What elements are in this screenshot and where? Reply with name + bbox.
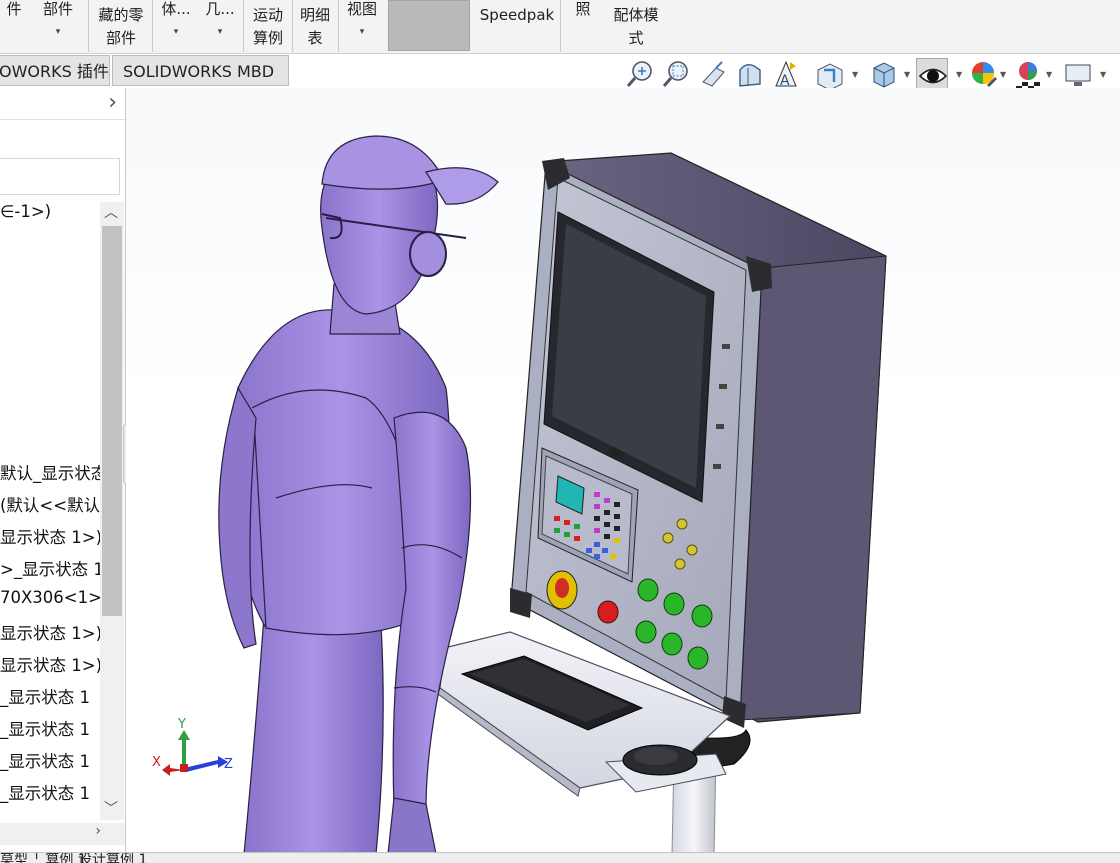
ribbon-item-bill-of-materials[interactable]: 明细表 xyxy=(294,0,336,52)
coordinate-triad xyxy=(162,730,228,776)
tree-item[interactable]: (默认<<默认 xyxy=(0,492,100,516)
tab-solidworks-mbd[interactable]: SOLIDWORKS MBD xyxy=(112,55,289,86)
control-cabinet[interactable] xyxy=(437,152,887,854)
tree-item[interactable]: 默认_显示状态 xyxy=(0,460,100,484)
tab-model-motion-study[interactable]: 莫型 ╵ 算例 1 xyxy=(0,853,87,863)
view-orientation-icon[interactable] xyxy=(814,58,846,92)
operator-figure[interactable] xyxy=(218,135,499,854)
ribbon-item-assembly-features[interactable]: 体... ▾ xyxy=(158,0,194,52)
ribbon-blank-button[interactable] xyxy=(388,0,470,51)
chevron-down-icon[interactable]: ▼ xyxy=(852,70,858,79)
assembly-3d-view: Y X Z xyxy=(152,135,887,854)
chevron-down-icon[interactable]: ▼ xyxy=(1046,70,1052,79)
triad-x-label: X xyxy=(152,755,161,770)
chevron-down-icon[interactable]: ▼ xyxy=(1100,70,1106,79)
feature-manager-panel: › ∈-1>) 默认_显示状态 (默认<<默认 显示状态 1>) >_显示状态 … xyxy=(0,88,126,863)
scroll-right-icon[interactable]: › xyxy=(95,823,101,839)
ribbon-separator xyxy=(292,0,293,52)
bottom-model-tabs: 莫型 ╵ 算例 1 设计算例 1 xyxy=(0,852,1120,863)
tree-item[interactable]: ∈-1>) xyxy=(0,202,51,221)
tab-solidworks-addins[interactable]: OWORKS 插件 xyxy=(0,55,110,86)
scroll-down-icon[interactable]: ﹀ xyxy=(104,798,118,818)
tree-vertical-scrollbar[interactable]: ︿ ﹀ xyxy=(100,202,124,820)
mouse[interactable] xyxy=(622,744,698,776)
ribbon-separator xyxy=(152,0,153,52)
tree-item[interactable]: 显示状态 1>) xyxy=(0,524,100,548)
ribbon-item-speedpak[interactable]: Speedpak xyxy=(474,0,560,52)
tree-item[interactable]: _显示状态 1 xyxy=(0,716,90,740)
tab-design-study[interactable]: 设计算例 1 xyxy=(78,853,147,863)
chevron-down-icon[interactable]: ▼ xyxy=(956,70,962,79)
triad-y-label: Y xyxy=(177,717,186,732)
display-style-icon[interactable] xyxy=(868,58,900,92)
tree-horizontal-scrollbar[interactable]: › xyxy=(0,823,125,845)
triad-z-label: Z xyxy=(224,757,233,772)
chevron-down-icon[interactable]: ▼ xyxy=(904,70,910,79)
command-manager-ribbon: 件 部件 ▾ 藏的零 部件 体... ▾ 几... ▾ 运动 算例 明细表 视图 ▾ Spe… xyxy=(0,0,1120,54)
ribbon-item-motion-study[interactable]: 运动 算例 xyxy=(246,0,290,52)
tree-item[interactable]: _显示状态 1 xyxy=(0,748,90,772)
red-stop-button[interactable] xyxy=(597,600,619,624)
ribbon-item-reference-geometry[interactable]: 几... ▾ xyxy=(200,0,240,52)
ribbon-separator xyxy=(338,0,339,52)
ribbon-separator xyxy=(560,0,561,52)
hide-show-items-icon[interactable] xyxy=(916,58,948,92)
scroll-thumb[interactable] xyxy=(102,226,122,616)
ribbon-separator xyxy=(88,0,89,52)
apply-scene-icon[interactable] xyxy=(1012,58,1044,92)
panel-header: › xyxy=(0,88,125,120)
section-view-icon[interactable] xyxy=(734,58,766,92)
feature-tree-filter[interactable] xyxy=(0,158,120,195)
tree-item[interactable]: >_显示状态 1 xyxy=(0,556,100,580)
tree-item[interactable]: 显示状态 1>) xyxy=(0,620,100,644)
ribbon-item-snapshot[interactable]: 照 xyxy=(562,0,604,52)
chevron-down-icon[interactable]: ▼ xyxy=(1000,70,1006,79)
ribbon-item-show-hidden-components[interactable]: 藏的零 部件 xyxy=(92,0,150,52)
ribbon-item-mate[interactable]: 部件 ▾ xyxy=(36,0,80,52)
tree-item[interactable]: _显示状态 1 xyxy=(0,684,90,708)
zoom-to-area-icon[interactable] xyxy=(660,58,692,92)
previous-view-icon[interactable] xyxy=(698,58,730,92)
tree-item[interactable]: 显示状态 1>) xyxy=(0,652,100,676)
tree-item[interactable]: 70X306<1> xyxy=(0,588,100,607)
chevron-right-icon[interactable]: › xyxy=(108,90,117,115)
solidworks-window: 件 部件 ▾ 藏的零 部件 体... ▾ 几... ▾ 运动 算例 明细表 视图 ▾ Spe… xyxy=(0,0,1120,863)
ribbon-item-large-assembly-mode[interactable]: 配体模式 xyxy=(606,0,666,52)
feature-tree: ∈-1>) 默认_显示状态 (默认<<默认 显示状态 1>) >_显示状态 1 … xyxy=(0,198,100,818)
ribbon-item-exploded-view[interactable]: 视图 ▾ xyxy=(340,0,384,52)
ribbon-separator xyxy=(243,0,244,52)
svg-text:A: A xyxy=(780,73,790,89)
zoom-to-fit-icon[interactable] xyxy=(624,58,656,92)
view-settings-icon[interactable] xyxy=(1062,58,1094,92)
tree-item[interactable]: _显示状态 1 xyxy=(0,780,90,804)
dynamic-annotation-icon[interactable]: A xyxy=(770,58,802,92)
graphics-area[interactable]: Y X Z xyxy=(126,88,1120,854)
scroll-up-icon[interactable]: ︿ xyxy=(104,202,118,222)
ribbon-item-insert-component[interactable]: 件 xyxy=(0,0,28,52)
edit-appearance-icon[interactable] xyxy=(968,58,1000,92)
